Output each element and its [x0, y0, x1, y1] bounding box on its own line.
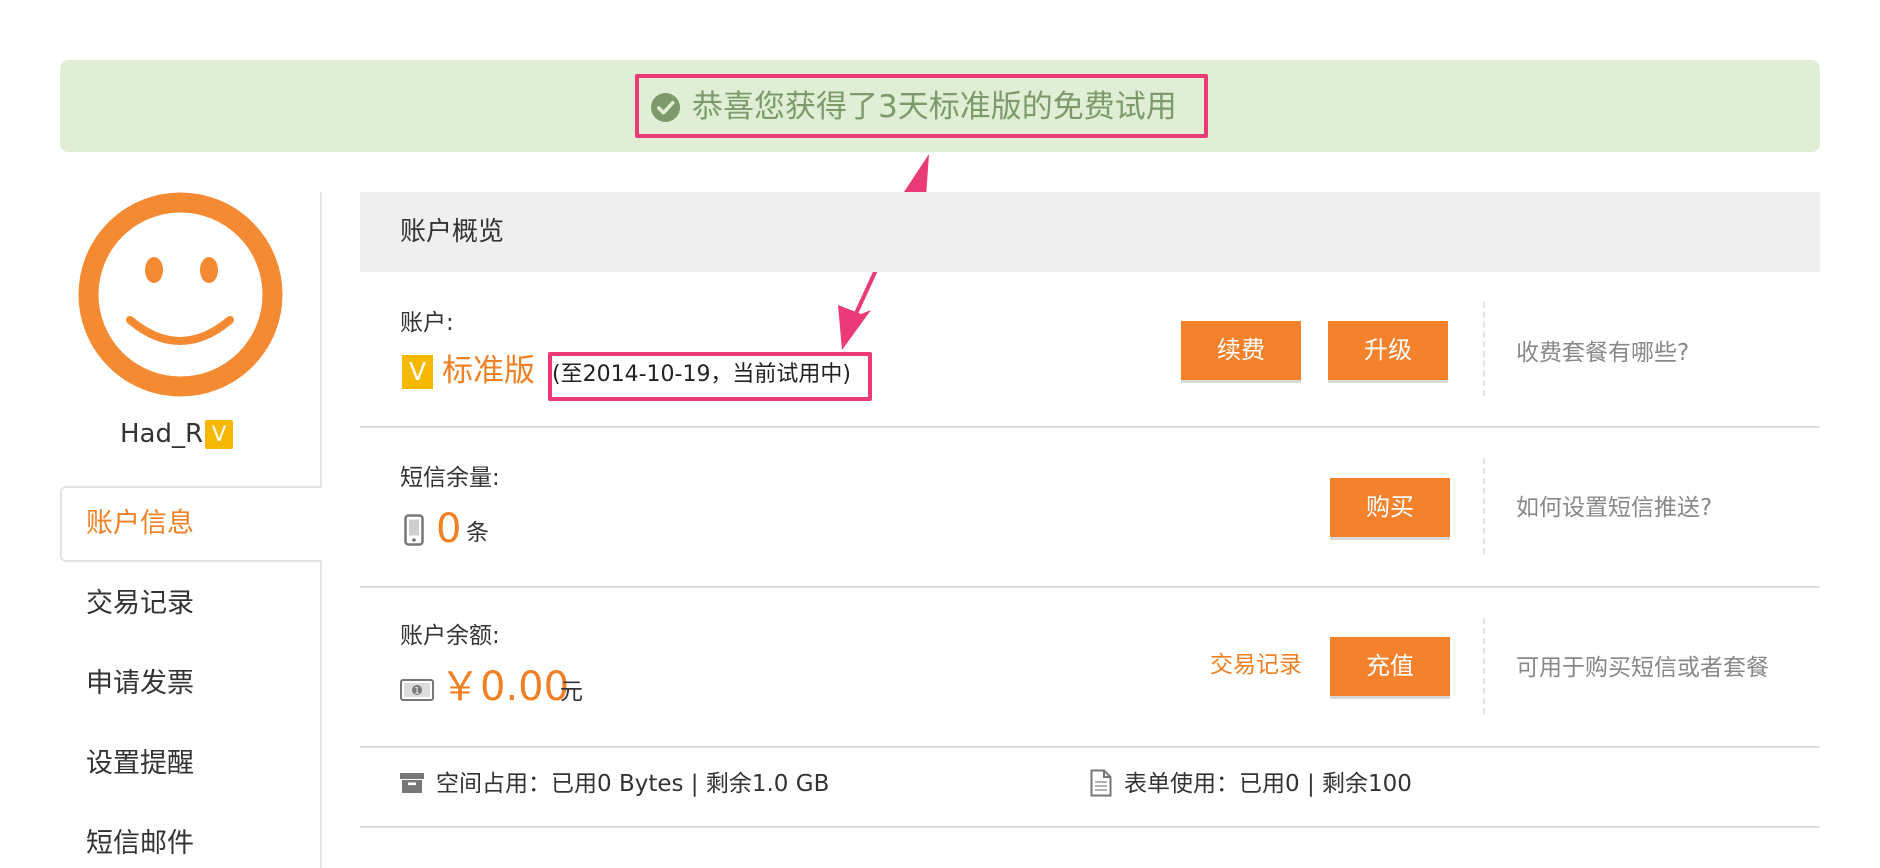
row-divider-dashed: [1483, 302, 1485, 396]
sidebar-item-reminders[interactable]: 设置提醒: [86, 746, 194, 782]
sms-unit: 条: [466, 520, 489, 546]
balance-unit: 元: [560, 679, 583, 705]
plan-expiry: (至2014-10-19，当前试用中): [552, 362, 852, 387]
plan-name: 标准版: [442, 353, 535, 389]
row-separator: [360, 826, 1820, 828]
row-separator: [360, 746, 1820, 748]
banknote-icon: 1: [400, 679, 434, 701]
archive-icon: [400, 773, 424, 793]
sms-label: 短信余量:: [400, 465, 500, 491]
document-icon: [1090, 769, 1112, 797]
row-divider-dashed: [1483, 618, 1485, 714]
sidebar-item-invoice[interactable]: 申请发票: [86, 666, 194, 702]
sidebar-item-transactions[interactable]: 交易记录: [86, 586, 194, 622]
username-text: Had_R: [120, 419, 204, 449]
username: Had_R V: [120, 417, 234, 451]
panel-header: [360, 192, 1820, 272]
banner-message: 恭喜您获得了3天标准版的免费试用: [692, 89, 1177, 125]
phone-icon: [404, 514, 424, 546]
buy-sms-button[interactable]: 购买: [1330, 478, 1450, 537]
avatar[interactable]: [78, 192, 283, 397]
row-divider-dashed: [1483, 458, 1485, 554]
sidebar-item-sms-email[interactable]: 短信邮件: [86, 826, 194, 862]
plan-vip-badge: V: [402, 355, 433, 389]
form-usage: 表单使用：已用0 | 剩余100: [1124, 771, 1412, 797]
sms-count: 0: [436, 506, 462, 552]
page-root: 恭喜您获得了3天标准版的免费试用 Had_R V 账户信息 交易记录 申请发票 设…: [0, 0, 1880, 868]
sidebar-item-account-info[interactable]: 账户信息: [86, 506, 194, 542]
account-label: 账户:: [400, 310, 454, 336]
vip-badge: V: [205, 420, 234, 449]
row-separator: [360, 426, 1820, 428]
recharge-button[interactable]: 充值: [1330, 637, 1450, 696]
transaction-history-link[interactable]: 交易记录: [1210, 650, 1302, 680]
balance-help-text: 可用于购买短信或者套餐: [1516, 655, 1769, 681]
page-title: 账户概览: [400, 217, 505, 247]
balance-label: 账户余额:: [400, 623, 500, 649]
upgrade-button[interactable]: 升级: [1328, 321, 1448, 380]
plan-help-link[interactable]: 收费套餐有哪些?: [1516, 337, 1689, 369]
storage-usage: 空间占用：已用0 Bytes | 剩余1.0 GB: [436, 771, 830, 797]
sms-help-link[interactable]: 如何设置短信推送?: [1516, 492, 1712, 524]
balance-amount: ￥0.00: [440, 664, 570, 710]
svg-text:1: 1: [414, 687, 420, 697]
renew-button[interactable]: 续费: [1181, 321, 1301, 380]
row-separator: [360, 586, 1820, 588]
check-circle-icon: [650, 92, 681, 123]
